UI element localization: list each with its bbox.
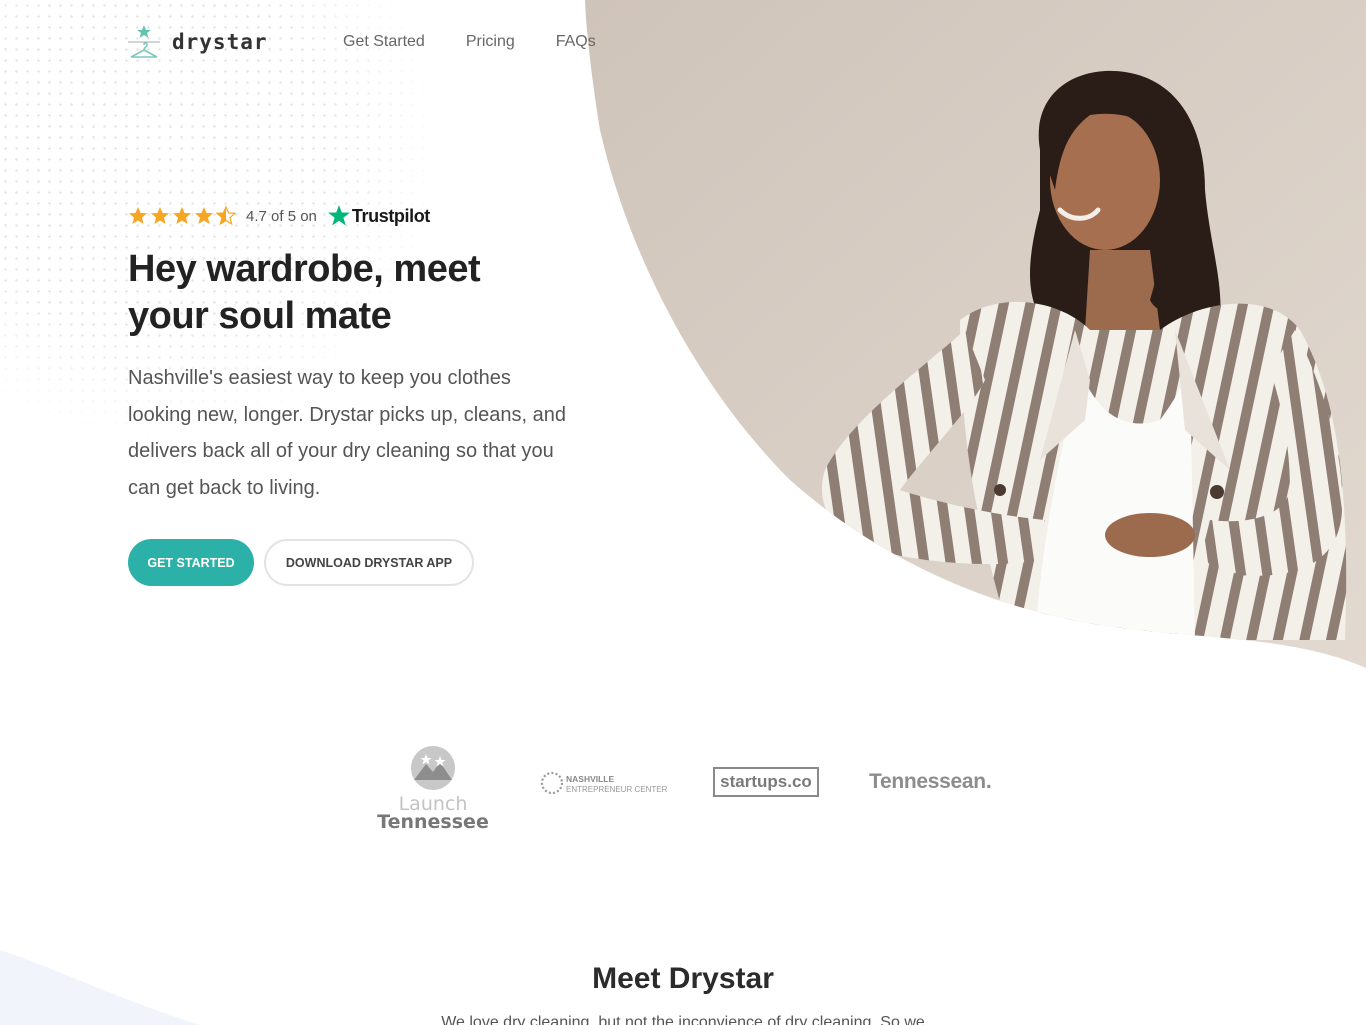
- trustpilot-logo: Trustpilot: [327, 204, 430, 228]
- hero-headline: Hey wardrobe, meet your soul mate: [128, 248, 481, 337]
- star-icon: [151, 207, 169, 224]
- star-icon: [173, 207, 191, 224]
- trustpilot-star-icon: [327, 205, 350, 226]
- half-star-icon: [216, 206, 236, 226]
- brand-name: drystar: [172, 30, 268, 54]
- section-text: We love dry cleaning, but not the inconv…: [441, 1014, 925, 1025]
- nav-faqs-link[interactable]: FAQs: [556, 33, 596, 51]
- top-navigation: drystar Get Started Pricing FAQs: [128, 22, 596, 62]
- star-icon: [195, 207, 213, 224]
- brand-logo[interactable]: drystar: [128, 23, 343, 61]
- nav-links: Get Started Pricing FAQs: [343, 33, 596, 51]
- nav-get-started-link[interactable]: Get Started: [343, 33, 425, 51]
- mountain-badge-icon: Launch Tennessee: [377, 746, 489, 833]
- nashville-line2: ENTREPRENEUR CENTER: [566, 785, 668, 794]
- nashville-line1: NASHVILLE: [566, 774, 615, 784]
- tennessean-logo: Tennessean.: [869, 770, 999, 800]
- rating-score-text: 4.7 of 5 on: [246, 207, 317, 225]
- trustpilot-name: Trustpilot: [351, 205, 430, 226]
- startups-co-text: startups.co: [720, 772, 812, 791]
- section-title: Meet Drystar: [592, 962, 774, 995]
- get-started-button[interactable]: GET STARTED: [128, 539, 254, 586]
- star-icon: [129, 207, 147, 224]
- dotted-circle-icon: NASHVILLE ENTREPRENEUR CENTER: [540, 771, 668, 795]
- rating-stars: [128, 206, 236, 226]
- hero-description: Nashville's easiest way to keep you clot…: [128, 367, 567, 499]
- nav-pricing-link[interactable]: Pricing: [466, 33, 515, 51]
- launch-tennessee-logo: Launch Tennessee: [376, 744, 491, 834]
- hanger-star-icon: [128, 25, 160, 58]
- launch-tennessee-line2: Tennessee: [377, 811, 489, 833]
- startups-co-logo: startups.co: [713, 767, 819, 797]
- tennessean-text: Tennessean.: [869, 770, 992, 793]
- nashville-entrepreneur-center-logo: NASHVILLE ENTREPRENEUR CENTER: [540, 768, 670, 798]
- download-app-button[interactable]: DOWNLOAD DRYSTAR APP: [264, 539, 474, 586]
- press-logos: Launch Tennessee NASHVILLE ENTREPRENEUR …: [376, 738, 1016, 838]
- trustpilot-rating[interactable]: 4.7 of 5 on Trustpilot: [128, 204, 430, 228]
